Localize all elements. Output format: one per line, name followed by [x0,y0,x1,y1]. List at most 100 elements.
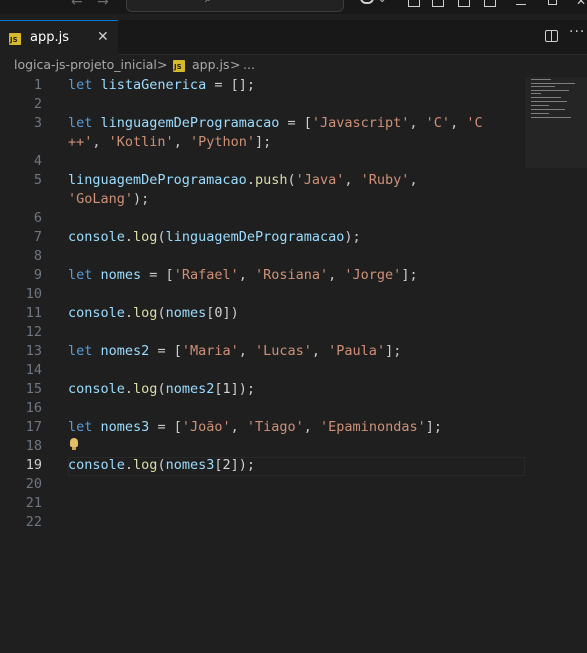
code-line[interactable]: let nomes3 = ['João', 'Tiago', 'Epaminon… [68,419,442,435]
code-token: linguagemDeProgramacao [68,172,247,188]
code-token: = []; [206,77,255,93]
code-line[interactable]: ++', 'Kotlin', 'Python']; [68,134,271,150]
code-token: nomes [165,305,207,321]
code-token: nomes2 [165,381,215,397]
code-line[interactable]: console.log(nomes[0]) [68,305,239,321]
code-token: 'Epaminondas' [320,419,426,435]
split-editor-icon[interactable] [545,30,558,42]
line-number: 19 [25,457,42,473]
code-line[interactable]: let listaGenerica = []; [68,77,255,93]
code-token: let [68,115,93,131]
forward-arrow-icon[interactable]: → [97,0,109,10]
code-token: 'Javascript' [311,115,410,131]
line-number: 12 [25,324,42,340]
toggle-secondary-sidebar-icon[interactable] [484,0,496,7]
tab-label: app.js [30,30,69,45]
line-number: 15 [25,381,42,397]
code-token: [ [214,381,223,397]
code-token: log [133,457,158,473]
lightbulb-icon[interactable] [70,438,78,450]
copilot-icon[interactable] [360,0,374,4]
code-token: ); [133,191,150,207]
breadcrumb-symbols[interactable]: ... [243,57,255,72]
code-token: 'Ruby' [360,172,410,188]
line-number: 3 [33,115,42,131]
code-token: ( [157,229,166,245]
code-line[interactable]: console.log(linguagemDeProgramacao); [68,229,361,245]
code-token: 'Java' [295,172,345,188]
code-token: = [ [279,115,312,131]
code-line[interactable]: let nomes2 = ['Maria', 'Lucas', 'Paula']… [68,343,401,359]
line-number: 22 [25,514,42,530]
code-token: ]; [254,134,272,150]
javascript-file-icon: JS [173,60,185,72]
code-line[interactable]: let linguagemDeProgramacao = ['Javascrip… [68,115,483,131]
minimize-icon[interactable] [516,4,526,5]
code-line[interactable]: console.log(nomes3[2]); [68,457,255,473]
line-number: 17 [25,419,42,435]
command-center-search[interactable]: ⌕ desafio4 [126,0,344,12]
more-actions-icon[interactable]: ··· [569,24,585,40]
javascript-file-icon: JS [9,33,21,45]
code-line[interactable]: 'GoLang'); [68,191,149,207]
code-token: . [124,457,134,473]
breadcrumb-separator: > [157,57,168,72]
code-line[interactable]: linguagemDeProgramacao.push('Java', 'Rub… [68,172,418,188]
code-token: 0 [214,305,223,321]
code-line[interactable]: let nomes = ['Rafael', 'Rosiana', 'Jorge… [68,267,418,283]
code-token: ++' [68,134,93,150]
line-number: 18 [25,438,42,454]
code-token: ( [157,457,166,473]
code-token: let [68,267,93,283]
tab-app-js[interactable]: JS app.js ✕ [0,20,118,55]
code-token: 'GoLang' [68,191,134,207]
code-token: 'C [466,115,483,131]
line-number: 5 [33,172,42,188]
code-token: . [124,381,134,397]
breadcrumb: logica-js-projeto_inicial > JS app.js > … [0,56,587,76]
code-token: log [133,305,158,321]
close-window-icon[interactable]: ✕ [576,0,586,8]
line-number: 13 [25,343,42,359]
line-number: 16 [25,400,42,416]
toggle-panel-icon[interactable] [458,0,470,7]
code-token: = [ [149,343,182,359]
code-token: console [68,229,125,245]
code-token: , [173,134,190,150]
code-line[interactable]: console.log(nomes2[1]); [68,381,255,397]
code-token: , [303,419,321,435]
code-token: , [230,419,247,435]
code-token: 2 [222,457,231,473]
code-token: ]; [385,343,402,359]
code-token: ]); [230,457,256,473]
code-token: , [450,115,467,131]
toggle-layout-icon[interactable] [432,0,444,7]
code-token: , [311,343,329,359]
code-token: ( [157,381,166,397]
maximize-icon[interactable] [548,0,557,5]
minimap[interactable] [525,77,587,168]
breadcrumb-folder[interactable]: logica-js-projeto_inicial [14,57,157,72]
breadcrumb-file[interactable]: app.js [192,57,230,72]
code-token: log [133,229,158,245]
back-arrow-icon[interactable]: ← [71,0,83,10]
code-token: log [133,381,158,397]
code-token: ); [344,229,361,245]
code-token: 'Kotlin' [108,134,174,150]
line-number: 7 [33,229,42,245]
close-icon[interactable]: ✕ [97,29,109,45]
code-token: 'Tiago' [246,419,304,435]
line-number: 11 [25,305,42,321]
code-token: 'Lucas' [255,343,312,359]
code-token: , [344,172,361,188]
code-token: let [68,343,93,359]
code-token: 1 [222,381,231,397]
code-token: nomes3 [165,457,215,473]
chevron-down-icon[interactable]: ⌄ [378,0,386,5]
search-text: desafio4 [221,0,272,3]
toggle-primary-sidebar-icon[interactable] [408,0,420,7]
line-number: 21 [25,495,42,511]
code-token: = [ [141,267,174,283]
code-token: , [238,267,255,283]
